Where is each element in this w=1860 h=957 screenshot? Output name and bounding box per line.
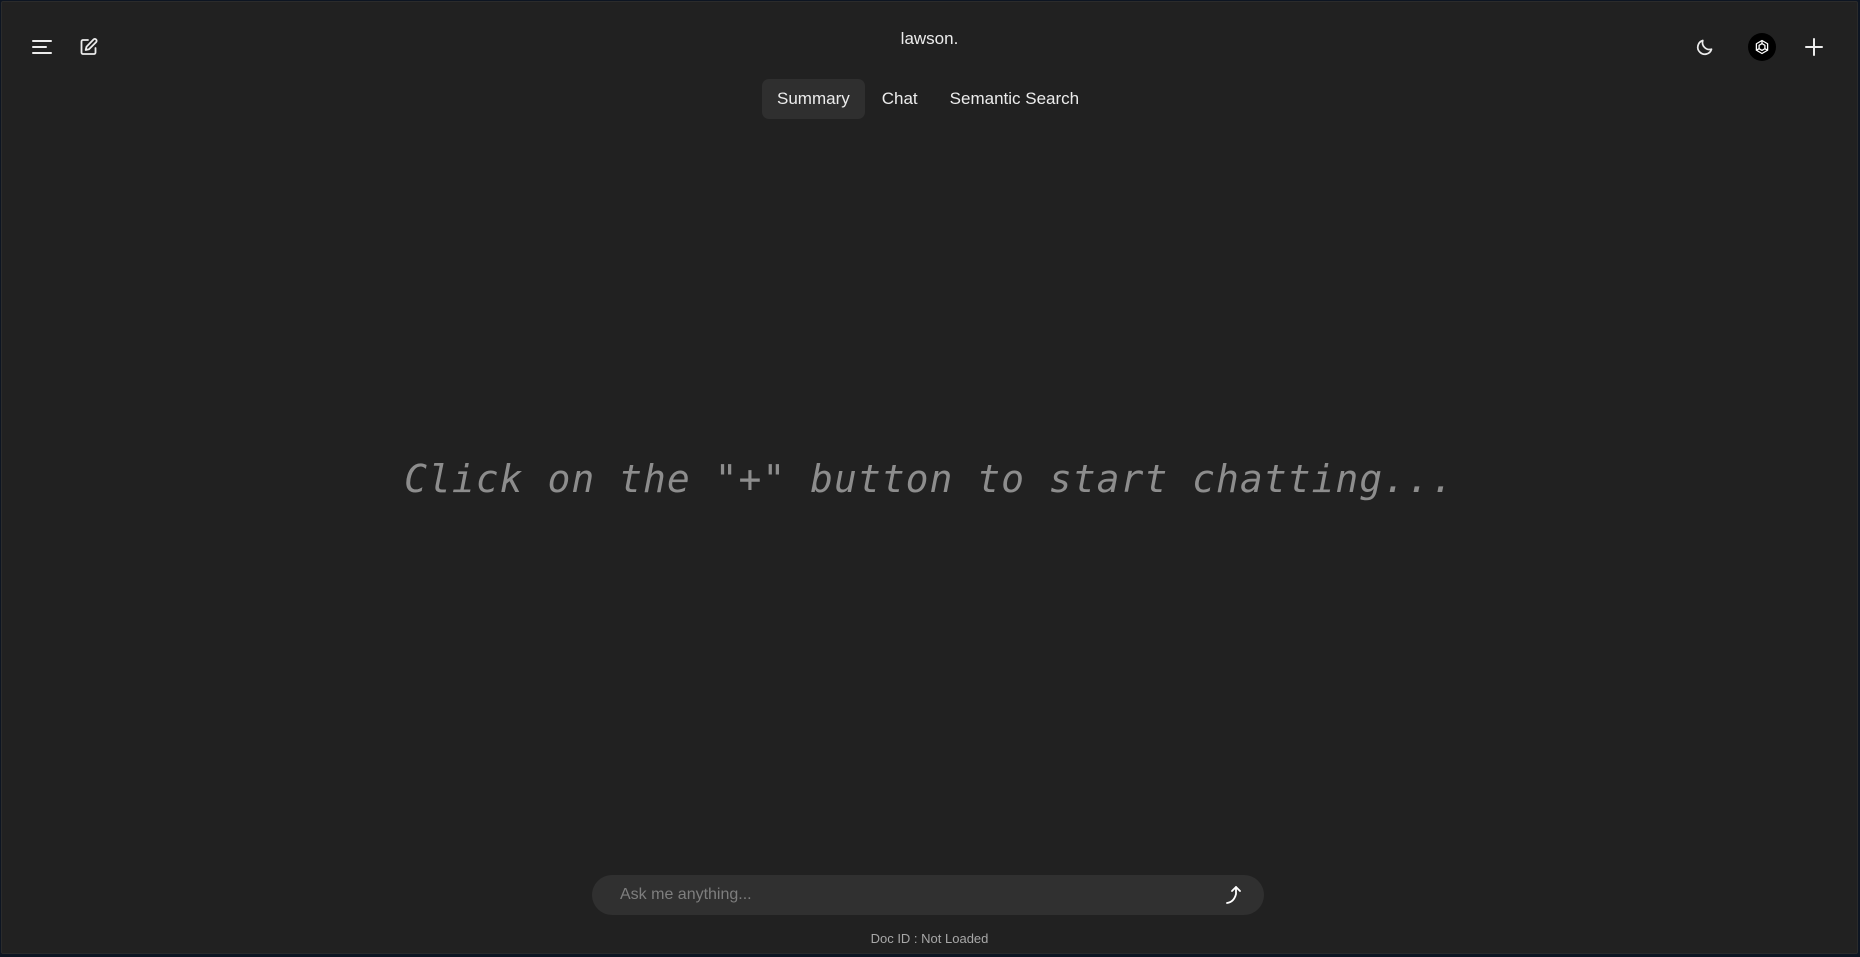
- new-chat-button[interactable]: [1797, 31, 1831, 63]
- send-button[interactable]: [1220, 881, 1248, 909]
- tab-summary[interactable]: Summary: [762, 79, 865, 119]
- app-title: lawson.: [900, 29, 959, 48]
- send-arrow-icon: [1226, 886, 1241, 904]
- app-window: lawson. Summary Chat Semantic Search Cli…: [1, 1, 1858, 954]
- tab-semantic-search[interactable]: Semantic Search: [935, 79, 1094, 119]
- avatar[interactable]: [1748, 33, 1776, 61]
- view-tabs: Summary Chat Semantic Search: [762, 79, 1094, 119]
- openai-logo-icon: [1755, 39, 1769, 55]
- empty-state-message: Click on the "+" button to start chattin…: [404, 457, 1455, 501]
- chat-input[interactable]: [620, 886, 1220, 904]
- tab-chat[interactable]: Chat: [867, 79, 933, 119]
- moon-icon: [1696, 39, 1713, 56]
- doc-id-status: Doc ID : Not Loaded: [870, 931, 989, 946]
- theme-toggle-button[interactable]: [1688, 31, 1722, 63]
- plus-icon: [1805, 38, 1823, 56]
- composer: [592, 875, 1264, 915]
